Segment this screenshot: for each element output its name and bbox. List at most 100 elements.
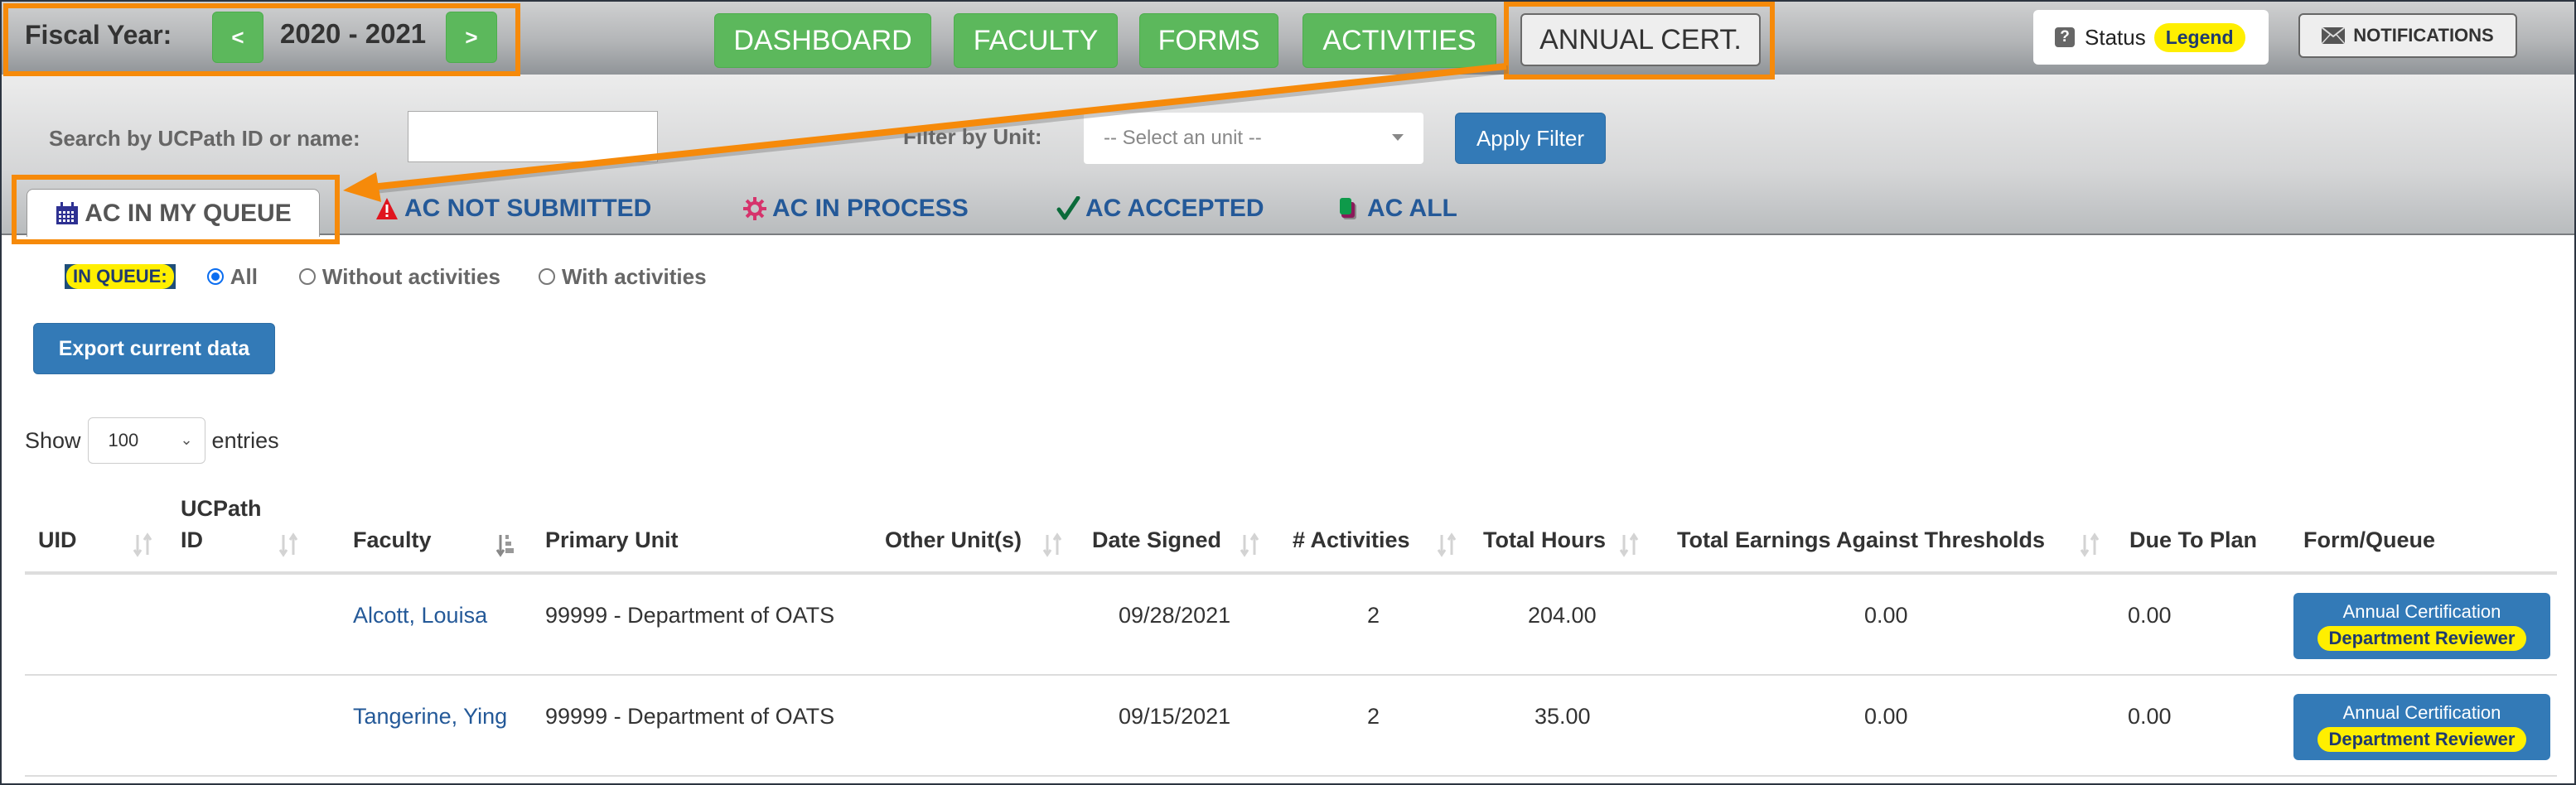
table-row: Tangerine, Ying 99999 - Department of OA… xyxy=(25,676,2557,777)
nav-dashboard-button[interactable]: DASHBOARD xyxy=(714,13,931,68)
annual-cert-table: UID UCPath ID Faculty Primary Unit Other … xyxy=(25,495,2557,777)
radio-label: With activities xyxy=(561,263,707,289)
column-header-other-units[interactable]: Other Unit(s) xyxy=(885,525,1022,556)
export-current-data-button[interactable]: Export current data xyxy=(33,323,275,374)
cell-total-earnings: 0.00 xyxy=(1864,603,1908,628)
entries-value: 100 xyxy=(108,430,139,450)
column-header-due-to-plan: Due To Plan xyxy=(2129,527,2258,553)
faculty-link[interactable]: Alcott, Louisa xyxy=(353,603,487,628)
table-row: Alcott, Louisa 99999 - Department of OAT… xyxy=(25,575,2557,676)
next-year-button[interactable]: > xyxy=(446,12,497,63)
radio-label: All xyxy=(230,263,258,289)
radio-all[interactable]: All xyxy=(206,263,258,290)
caret-down-icon xyxy=(1392,134,1404,141)
sort-both-icon[interactable] xyxy=(131,532,154,558)
unit-filter-label: Filter by Unit: xyxy=(903,124,1042,149)
previous-year-button[interactable]: < xyxy=(212,12,263,63)
calendar-icon xyxy=(56,201,79,224)
column-header-faculty[interactable]: Faculty xyxy=(353,525,432,556)
nav-annual-cert-button[interactable]: ANNUAL CERT. xyxy=(1520,13,1761,66)
entries-label: entries xyxy=(211,427,279,453)
column-header-primary-unit: Primary Unit xyxy=(545,527,679,553)
tab-label: AC NOT SUBMITTED xyxy=(404,195,652,222)
tab-label: AC IN PROCESS xyxy=(772,195,969,222)
sort-both-icon[interactable] xyxy=(1617,532,1641,558)
radio-with-activities[interactable]: With activities xyxy=(538,263,707,290)
fiscal-year-label: Fiscal Year: xyxy=(25,20,172,50)
cell-date-signed: 09/15/2021 xyxy=(1119,704,1231,729)
search-label: Search by UCPath ID or name: xyxy=(49,126,360,151)
fiscal-year-value: 2020 - 2021 xyxy=(280,18,427,49)
cell-due-to-plan: 0.00 xyxy=(2128,603,2172,628)
cell-total-hours: 204.00 xyxy=(1528,603,1597,628)
legend-button[interactable]: Legend xyxy=(2153,22,2245,52)
cell-total-hours: 35.00 xyxy=(1534,704,1591,729)
envelope-icon xyxy=(2322,27,2346,44)
unit-select[interactable]: -- Select an unit -- xyxy=(1084,113,1423,164)
nav-forms-button[interactable]: FORMS xyxy=(1139,13,1278,68)
status-label: Status xyxy=(2085,24,2146,50)
tab-ac-in-process[interactable]: AC IN PROCESS xyxy=(742,182,969,235)
radio-button-checked[interactable] xyxy=(206,268,224,285)
sort-both-icon[interactable] xyxy=(277,532,300,558)
in-queue-badge: IN QUEUE: xyxy=(65,264,176,289)
sort-ascending-icon[interactable] xyxy=(494,532,517,558)
table-header: UID UCPath ID Faculty Primary Unit Other … xyxy=(25,495,2557,575)
cell-date-signed: 09/28/2021 xyxy=(1119,603,1231,628)
entries-length-control: Show 100 ⌄ entries xyxy=(25,417,279,464)
queue-badge: Department Reviewer xyxy=(2317,626,2527,651)
apply-filter-button[interactable]: Apply Filter xyxy=(1455,113,1606,164)
status-legend[interactable]: ? Status Legend xyxy=(2033,10,2269,65)
column-header-uid[interactable]: UID xyxy=(38,525,77,556)
radio-button[interactable] xyxy=(538,268,555,285)
nav-activities-button[interactable]: ACTIVITIES xyxy=(1302,13,1496,68)
form-label: Annual Certification xyxy=(2342,702,2501,723)
nav-faculty-button[interactable]: FACULTY xyxy=(954,13,1118,68)
tab-label: AC ACCEPTED xyxy=(1085,195,1264,222)
annual-certification-button[interactable]: Annual Certification Department Reviewer xyxy=(2293,694,2550,760)
sort-both-icon[interactable] xyxy=(1041,532,1064,558)
sort-both-icon[interactable] xyxy=(1435,532,1458,558)
radio-label: Without activities xyxy=(321,263,500,289)
notifications-button[interactable]: NOTIFICATIONS xyxy=(2298,13,2517,58)
queue-badge: Department Reviewer xyxy=(2317,727,2527,752)
cell-activities: 2 xyxy=(1367,704,1380,729)
cell-primary-unit: 99999 - Department of OATS xyxy=(545,603,835,628)
chevron-down-icon: ⌄ xyxy=(180,431,193,448)
tab-label: AC ALL xyxy=(1367,195,1457,222)
form-label: Annual Certification xyxy=(2342,601,2501,622)
tab-ac-in-my-queue[interactable]: AC IN MY QUEUE xyxy=(27,189,320,237)
tab-ac-not-submitted[interactable]: AC NOT SUBMITTED xyxy=(375,182,651,235)
radio-without-activities[interactable]: Without activities xyxy=(298,263,500,290)
gear-icon xyxy=(743,197,766,220)
column-header-total-hours[interactable]: Total Hours xyxy=(1483,525,1606,556)
tab-ac-accepted[interactable]: AC ACCEPTED xyxy=(1056,182,1264,235)
notifications-label: NOTIFICATIONS xyxy=(2353,25,2494,46)
question-icon: ? xyxy=(2055,27,2075,47)
queue-filter: IN QUEUE: All Without activities With ac… xyxy=(65,262,707,291)
column-header-ucpath-id[interactable]: UCPath ID xyxy=(181,494,262,556)
cell-primary-unit: 99999 - Department of OATS xyxy=(545,704,835,729)
tab-ac-all[interactable]: AC ALL xyxy=(1337,182,1457,235)
sort-both-icon[interactable] xyxy=(1238,532,1261,558)
entries-select[interactable]: 100 ⌄ xyxy=(87,417,205,464)
annual-certification-button[interactable]: Annual Certification Department Reviewer xyxy=(2293,593,2550,659)
column-header-form-queue: Form/Queue xyxy=(2303,527,2436,553)
top-navbar: Fiscal Year: < 2020 - 2021 > DASHBOARD F… xyxy=(2,2,2574,75)
column-header-total-earnings[interactable]: Total Earnings Against Thresholds xyxy=(1677,525,2045,556)
unit-select-placeholder: -- Select an unit -- xyxy=(1104,127,1262,149)
column-header-date-signed[interactable]: Date Signed xyxy=(1092,525,1221,556)
search-input[interactable] xyxy=(408,111,658,162)
warning-icon xyxy=(376,198,398,219)
tab-label: AC IN MY QUEUE xyxy=(85,199,292,227)
faculty-link[interactable]: Tangerine, Ying xyxy=(353,704,507,730)
sort-both-icon[interactable] xyxy=(2078,532,2101,558)
show-label: Show xyxy=(25,427,81,453)
cell-activities: 2 xyxy=(1367,603,1380,628)
column-header-activities[interactable]: # Activities xyxy=(1293,525,1410,556)
cell-due-to-plan: 0.00 xyxy=(2128,704,2172,729)
checkmark-icon xyxy=(1056,196,1080,220)
stack-icon xyxy=(1340,198,1356,219)
radio-button[interactable] xyxy=(298,268,316,285)
cell-total-earnings: 0.00 xyxy=(1864,704,1908,729)
